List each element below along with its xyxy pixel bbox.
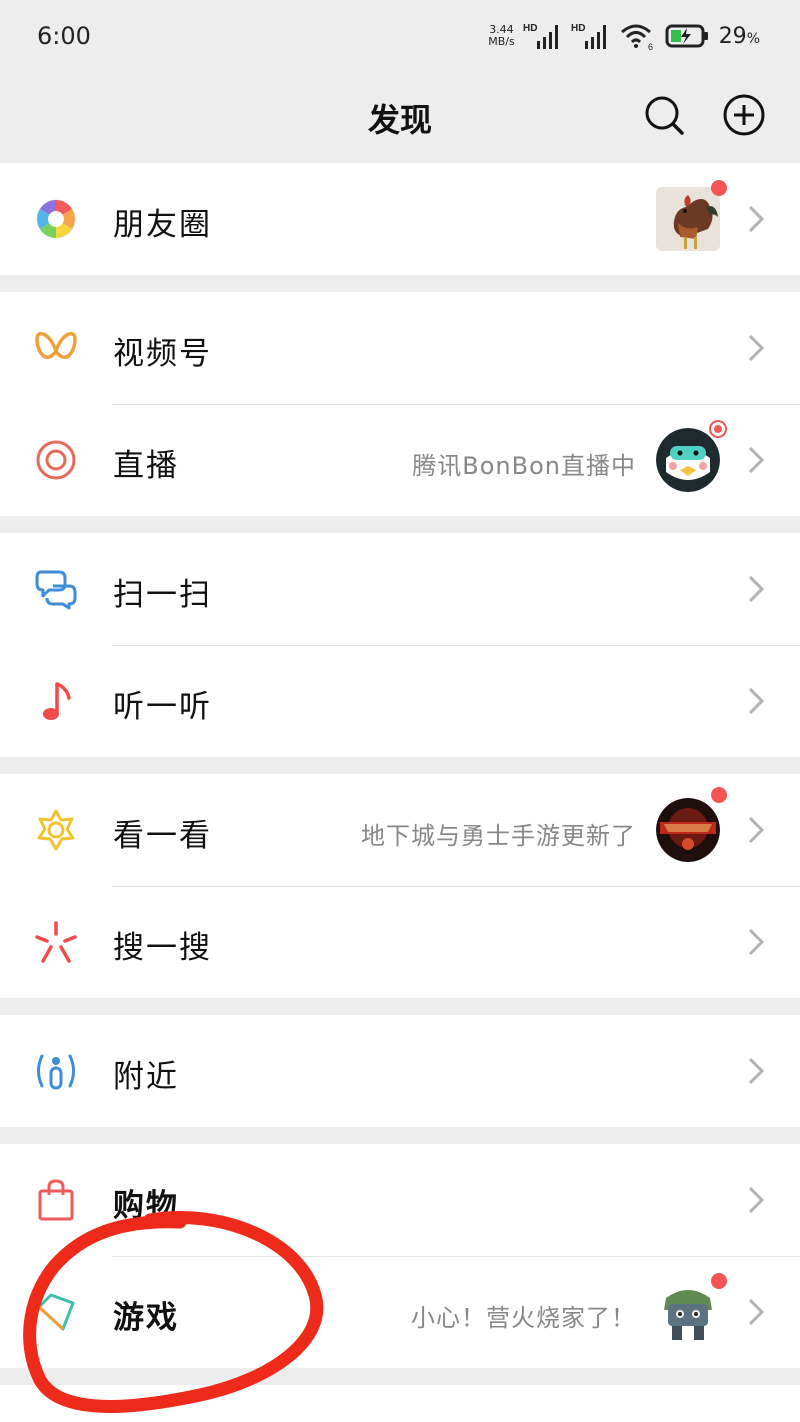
games-thumbnail — [656, 1280, 720, 1344]
menu-item-label: 视频号 — [113, 336, 212, 372]
status-indicators: 3.44 MB/s HD HD 6 29% — [488, 18, 760, 54]
menu-item-channels[interactable]: 视频号 — [0, 292, 800, 404]
header: 发现 — [0, 75, 800, 163]
menu-item-label: 游戏 — [113, 1300, 179, 1336]
menu-item-label: 购物 — [113, 1188, 179, 1224]
chevron-right-icon — [748, 1057, 765, 1085]
menu-item-live[interactable]: 直播 腾讯BonBon直播中 — [0, 404, 800, 516]
status-time: 6:00 — [37, 22, 91, 50]
battery-percent: 29% — [718, 23, 760, 49]
menu-item-subtitle: 小心！营火烧家了！ — [411, 1304, 636, 1332]
chevron-right-icon — [748, 205, 765, 233]
svg-text:HD: HD — [523, 23, 537, 34]
chevron-right-icon — [748, 1186, 765, 1214]
plus-circle-icon — [723, 94, 765, 136]
menu-item-listen[interactable]: 听一听 — [0, 645, 800, 757]
nearby-person-icon — [37, 1054, 75, 1090]
search-button[interactable] — [642, 93, 686, 137]
search-icon — [645, 96, 684, 135]
game-banner-image — [656, 798, 720, 862]
status-bar: 6:00 3.44 MB/s HD HD 6 29% — [0, 0, 800, 75]
add-button[interactable] — [722, 93, 766, 137]
live-circle-icon — [36, 440, 76, 480]
shopping-bag-icon — [38, 1179, 74, 1221]
row-divider — [112, 645, 800, 646]
menu-item-scan[interactable]: 扫一扫 — [0, 533, 800, 645]
menu-item-partial[interactable] — [0, 1385, 800, 1422]
scan-icon — [35, 570, 77, 610]
svg-text:HD: HD — [571, 23, 585, 34]
menu-item-label: 扫一扫 — [113, 577, 212, 613]
chevron-right-icon — [748, 928, 765, 956]
menu-item-label: 搜一搜 — [113, 930, 212, 966]
search-sparkle-icon — [35, 921, 77, 963]
menu-item-moments[interactable]: 朋友圈 — [0, 163, 800, 275]
network-speed-unit: MB/s — [488, 35, 515, 48]
wifi-icon: 6 — [620, 24, 653, 51]
star-flower-icon — [37, 809, 75, 851]
chevron-right-icon — [748, 687, 765, 715]
menu-item-nearby[interactable]: 附近 — [0, 1015, 800, 1127]
menu-item-games[interactable]: 游戏 小心！营火烧家了！ — [0, 1256, 800, 1368]
menu-item-subtitle: 地下城与勇士手游更新了 — [361, 822, 636, 850]
notification-dot — [711, 180, 727, 196]
menu-item-label: 朋友圈 — [113, 207, 212, 243]
signal-icon-2: HD — [571, 23, 606, 49]
game-diamond-icon — [37, 1293, 75, 1331]
svg-text:6: 6 — [648, 42, 653, 51]
notification-dot — [711, 1273, 727, 1289]
live-badge-icon — [708, 419, 728, 439]
menu-item-label: 听一听 — [113, 689, 212, 725]
notification-dot — [711, 787, 727, 803]
monster-image — [656, 1280, 720, 1344]
battery-icon — [665, 24, 708, 48]
aperture-icon — [36, 199, 76, 239]
row-divider — [112, 404, 800, 405]
menu-item-top-stories[interactable]: 看一看 地下城与勇士手游更新了 — [0, 774, 800, 886]
menu-item-subtitle: 腾讯BonBon直播中 — [412, 452, 636, 480]
chevron-right-icon — [748, 334, 765, 362]
row-divider — [112, 1256, 800, 1257]
chevron-right-icon — [748, 575, 765, 603]
top-stories-thumbnail — [656, 798, 720, 862]
rooster-image — [656, 187, 720, 251]
network-speed: 3.44 MB/s — [488, 24, 514, 48]
menu-item-search[interactable]: 搜一搜 — [0, 886, 800, 998]
chevron-right-icon — [748, 446, 765, 474]
signal-icon: HD — [523, 23, 558, 49]
music-note-icon — [43, 682, 71, 720]
menu-item-label: 直播 — [113, 448, 179, 484]
butterfly-icon — [35, 331, 77, 359]
menu-item-shopping[interactable]: 购物 — [0, 1144, 800, 1256]
chevron-right-icon — [748, 1298, 765, 1326]
menu-item-label: 附近 — [113, 1059, 179, 1095]
moments-thumbnail — [656, 187, 720, 251]
menu-item-label: 看一看 — [113, 818, 212, 854]
chevron-right-icon — [748, 816, 765, 844]
row-divider — [112, 886, 800, 887]
